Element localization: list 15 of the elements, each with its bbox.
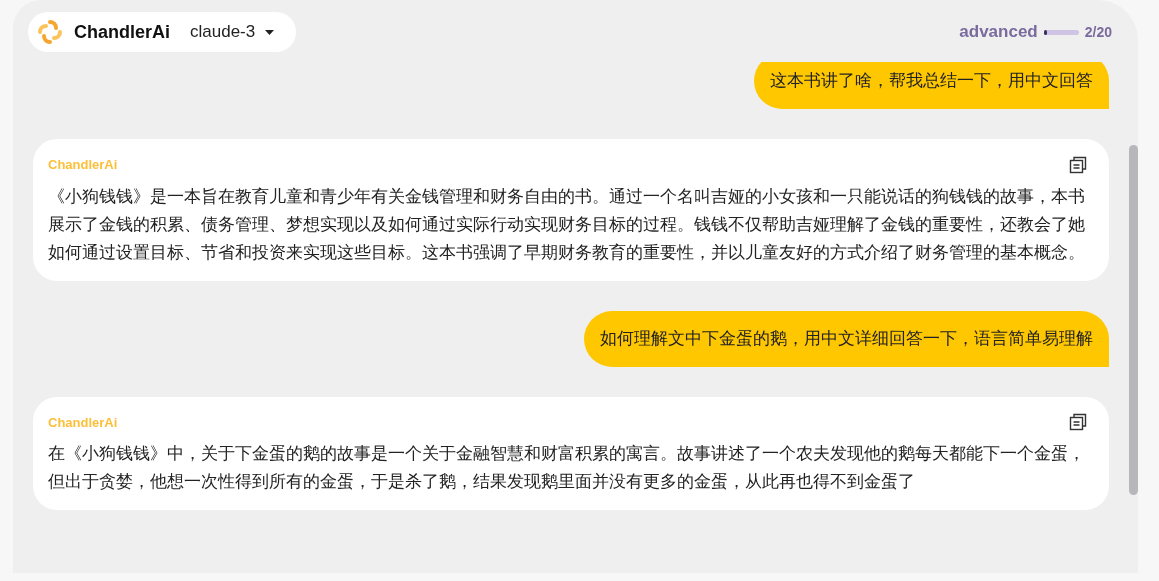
user-message: 如何理解文中下金蛋的鹅，用中文详细回答一下，语言简单易理解 bbox=[584, 310, 1109, 367]
logo-icon bbox=[36, 18, 64, 46]
mode-label: advanced bbox=[959, 21, 1038, 44]
sender-name: ChandlerAi bbox=[48, 413, 118, 432]
user-message: 这本书讲了啥，帮我总结一下，用中文回答 bbox=[754, 62, 1109, 109]
app-name: ChandlerAi bbox=[74, 20, 170, 44]
sender-name: ChandlerAi bbox=[48, 156, 118, 174]
model-dropdown[interactable]: claude-3 bbox=[190, 19, 275, 45]
message-text: 在《小狗钱钱》中，关于下金蛋的鹅的故事是一个关于金融智慧和财富积累的寓言。故事讲述了一个农夫发现他的鹅每天都能下一个金蛋，但出于贪婪，他想一次性得到所有的金蛋，于是杀了鹅，结果发现鹅里面并没有更多的金蛋，从此再也得不到金蛋了 bbox=[48, 443, 1086, 493]
usage-count: 2/20 bbox=[1084, 22, 1112, 42]
copy-icon[interactable] bbox=[1069, 155, 1087, 174]
copy-icon[interactable] bbox=[1069, 413, 1087, 432]
scrollbar-thumb[interactable] bbox=[1129, 145, 1138, 495]
caret-icon bbox=[265, 29, 275, 35]
message-text: 《小狗钱钱》是一本旨在教育儿童和青少年有关金钱管理和财务自由的书。通过一个名叫吉娅的小女孩和一只能说话的狗钱钱的故事，本书展示了金钱的积累、债务管理、梦想实现以及如何通过实际行动实现财务目标的过程。钱钱不仅帮助吉娅理解了金钱的重要性，还教会了她如何通过设置目标、节省和投资来实现这些目标。这本书强调了早期财务教育的重要性，并以儿童友好的方式介绍了财务管理的基本概念。 bbox=[48, 185, 1086, 264]
